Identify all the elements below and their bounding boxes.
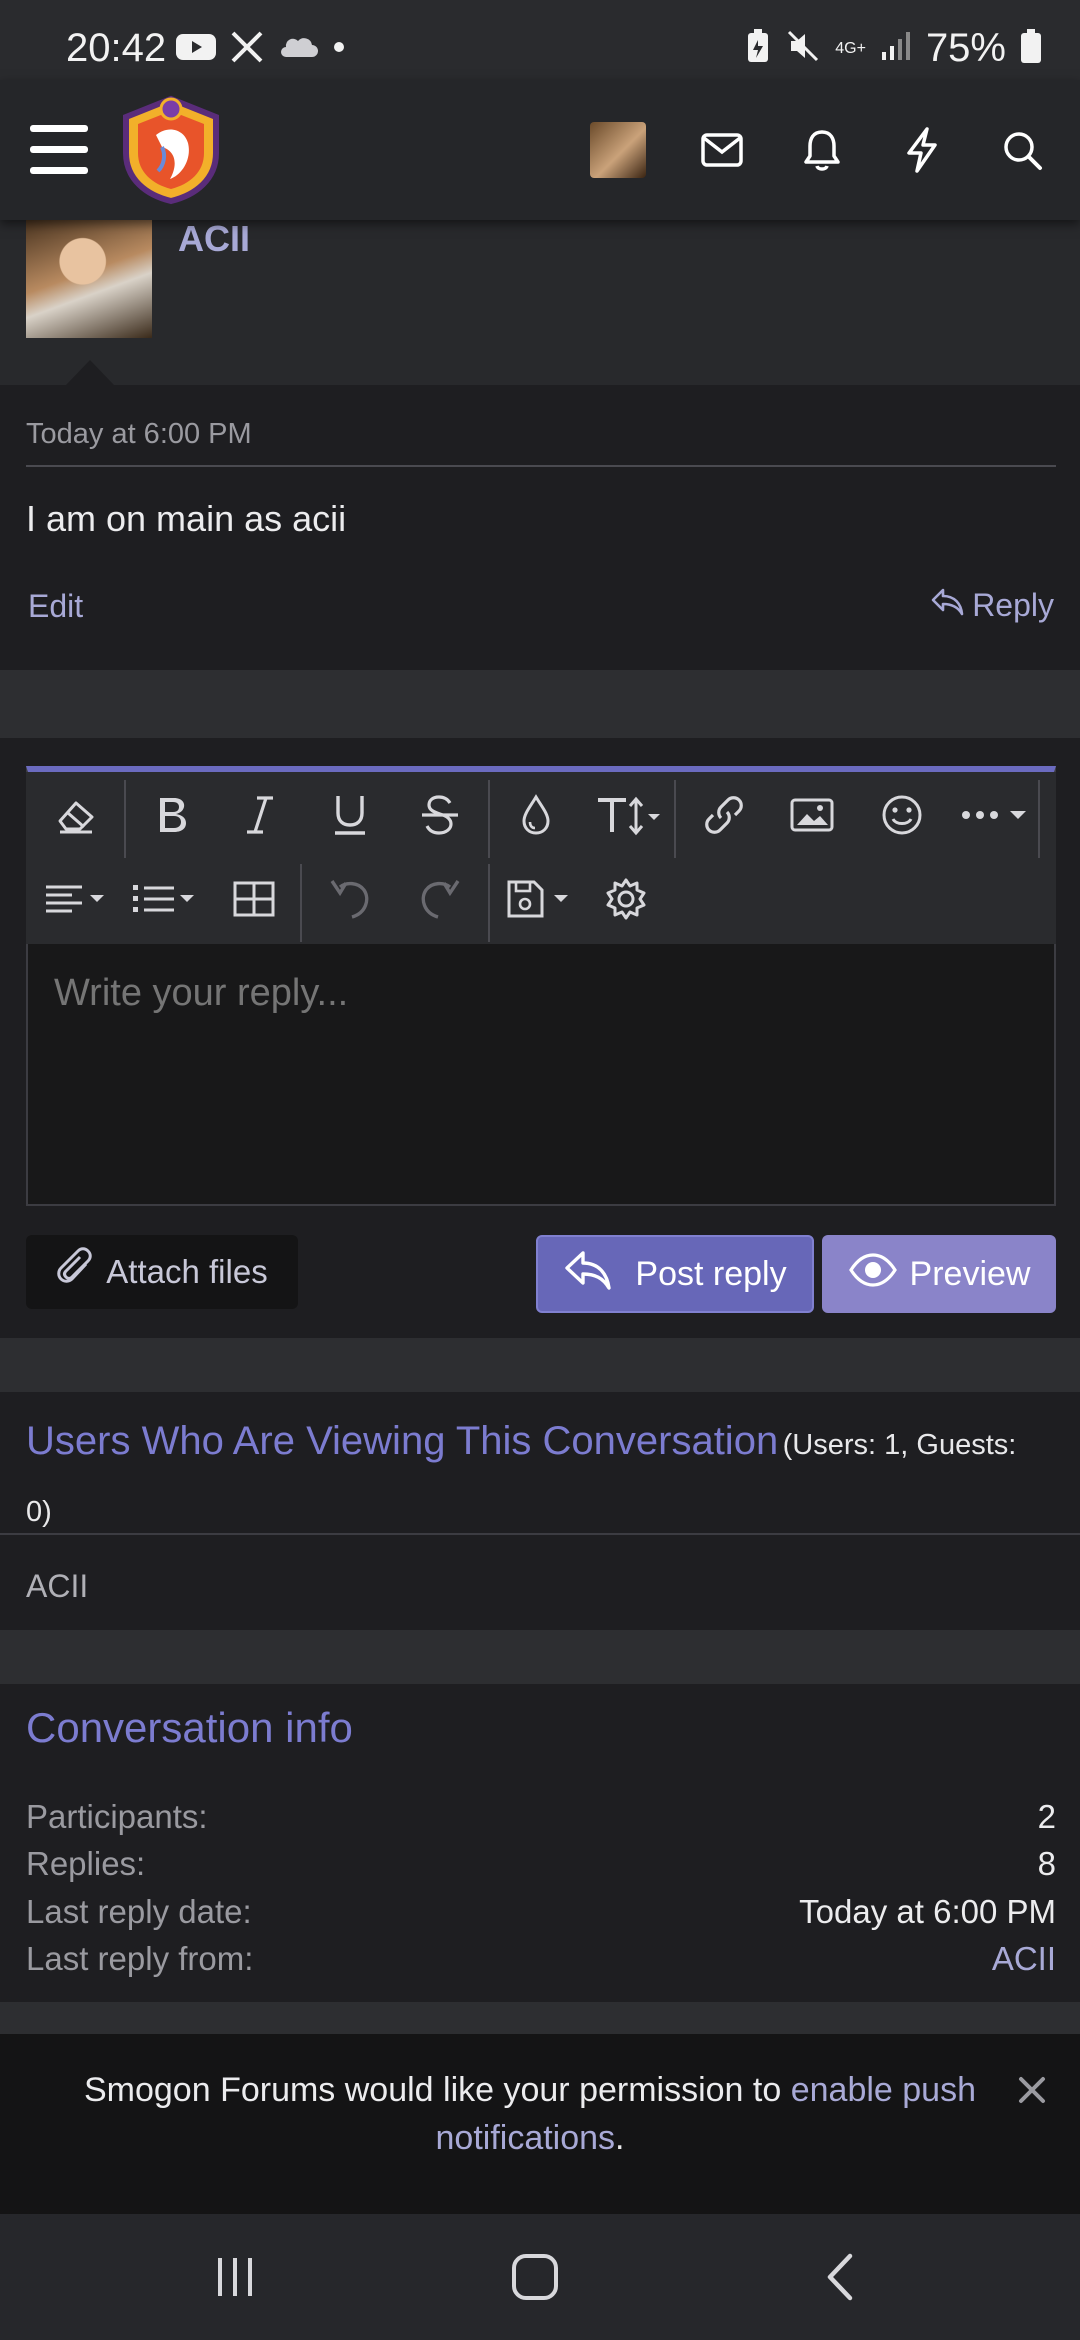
section-gap	[0, 2002, 1080, 2034]
status-bar: 20:42 4G+ 75%	[0, 0, 1080, 80]
close-icon[interactable]	[1012, 2070, 1052, 2110]
info-value: Today at 6:00 PM	[799, 1893, 1056, 1930]
push-banner-suffix: .	[615, 2119, 625, 2157]
toolbar-separator	[488, 780, 490, 858]
post-date[interactable]: Today at 6:00 PM	[26, 418, 252, 451]
push-banner-message: Smogon Forums would like your permission…	[83, 2071, 791, 2109]
underline-icon[interactable]	[322, 787, 378, 843]
x-icon	[230, 30, 264, 69]
battery-icon	[1020, 28, 1042, 69]
attach-files-button[interactable]: Attach files	[26, 1235, 298, 1309]
battery-saver-icon	[745, 28, 771, 69]
more-icon[interactable]	[958, 787, 1032, 843]
bold-icon[interactable]	[144, 787, 200, 843]
info-row: Replies: 8	[26, 1845, 1056, 1883]
section-gap	[0, 1338, 1080, 1392]
info-value-link[interactable]: ACII	[992, 1940, 1056, 1978]
viewer-user[interactable]: ACII	[26, 1568, 88, 1605]
toolbar-separator	[1038, 780, 1040, 858]
viewers-header: Users Who Are Viewing This Conversation …	[26, 1410, 1026, 1548]
user-avatar[interactable]	[590, 122, 646, 178]
mute-icon	[785, 28, 821, 69]
strikethrough-icon[interactable]	[412, 787, 468, 843]
post-divider	[26, 465, 1056, 467]
post-arrow	[66, 360, 114, 385]
network-type: 4G+	[835, 39, 866, 57]
push-banner-text: Smogon Forums would like your permission…	[60, 2066, 1000, 2162]
bell-icon[interactable]	[794, 122, 850, 178]
post-author-name[interactable]: ACII	[178, 218, 250, 260]
preview-label: Preview	[909, 1254, 1031, 1293]
paperclip-icon	[56, 1246, 96, 1298]
lightning-icon[interactable]	[894, 122, 950, 178]
status-right-icons: 4G+ 75%	[745, 26, 1042, 71]
toolbar-separator	[674, 780, 676, 858]
eye-icon	[848, 1252, 898, 1297]
signal-icon	[880, 30, 912, 67]
info-row: Last reply date: Today at 6:00 PM	[26, 1893, 1056, 1931]
toolbar-separator	[300, 864, 302, 942]
info-label: Participants:	[26, 1798, 208, 1835]
search-icon[interactable]	[994, 122, 1050, 178]
image-icon[interactable]	[784, 787, 840, 843]
post-reply-label: Post reply	[635, 1254, 787, 1293]
info-label: Last reply from:	[26, 1940, 254, 1977]
post-message: I am on main as acii	[26, 498, 347, 539]
viewers-title[interactable]: Users Who Are Viewing This Conversation	[26, 1419, 778, 1463]
post-reply-button[interactable]: Post reply	[536, 1235, 814, 1313]
status-time: 20:42	[66, 26, 167, 70]
site-logo[interactable]	[118, 95, 224, 205]
recents-icon[interactable]	[200, 2245, 270, 2309]
home-icon[interactable]	[500, 2245, 570, 2309]
section-gap	[0, 1630, 1080, 1684]
toolbar-separator	[124, 780, 126, 858]
info-label: Replies:	[26, 1845, 146, 1882]
info-row: Last reply from: ACII	[26, 1940, 1056, 1978]
cloud-icon	[278, 35, 318, 64]
list-icon[interactable]	[130, 871, 204, 927]
info-value: 2	[1037, 1798, 1056, 1835]
undo-icon[interactable]	[322, 871, 378, 927]
reply-label: Reply	[972, 586, 1054, 623]
link-icon[interactable]	[696, 787, 752, 843]
status-left-icons	[176, 30, 346, 69]
info-row: Participants: 2	[26, 1798, 1056, 1836]
mail-icon[interactable]	[694, 122, 750, 178]
edit-link[interactable]: Edit	[28, 588, 83, 625]
info-label: Last reply date:	[26, 1893, 252, 1930]
reply-input[interactable]	[54, 972, 1014, 1015]
viewers-divider	[0, 1533, 1080, 1535]
font-size-icon[interactable]	[596, 787, 666, 843]
redo-icon[interactable]	[412, 871, 468, 927]
post-author-avatar[interactable]	[26, 220, 152, 338]
youtube-icon	[176, 32, 216, 67]
italic-icon[interactable]	[232, 787, 288, 843]
save-draft-icon[interactable]	[506, 871, 576, 927]
toolbar-separator	[488, 864, 490, 942]
reply-icon	[563, 1248, 613, 1301]
dot-icon	[332, 40, 346, 59]
preview-button[interactable]: Preview	[822, 1235, 1056, 1313]
conversation-info-title: Conversation info	[26, 1704, 353, 1751]
post-header	[0, 220, 1080, 385]
section-gap	[0, 670, 1080, 738]
align-icon[interactable]	[42, 871, 114, 927]
menu-icon[interactable]	[30, 125, 88, 175]
app-header	[0, 80, 1080, 220]
color-drop-icon[interactable]	[508, 787, 564, 843]
table-icon[interactable]	[226, 871, 282, 927]
eraser-icon[interactable]	[48, 787, 104, 843]
smiley-icon[interactable]	[874, 787, 930, 843]
back-icon[interactable]	[805, 2245, 875, 2309]
attach-files-label: Attach files	[106, 1253, 268, 1290]
info-value: 8	[1037, 1845, 1056, 1882]
reply-icon	[930, 586, 964, 624]
reply-link[interactable]: Reply	[930, 586, 1054, 624]
settings-icon[interactable]	[598, 871, 654, 927]
battery-percent: 75%	[925, 26, 1006, 70]
